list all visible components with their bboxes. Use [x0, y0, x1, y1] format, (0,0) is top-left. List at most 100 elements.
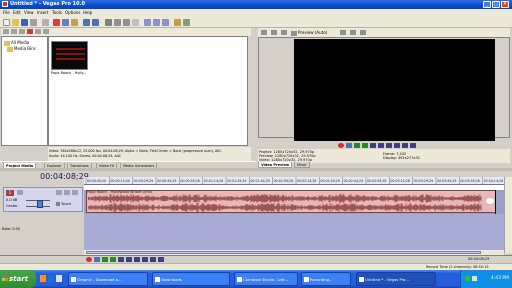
go-to-start-icon[interactable] [134, 257, 140, 262]
selection-tool-icon[interactable] [123, 19, 130, 26]
loop-icon[interactable] [346, 143, 352, 148]
play-icon[interactable] [110, 257, 116, 262]
remove-icon[interactable] [27, 29, 33, 34]
play-icon[interactable] [362, 143, 368, 148]
preview-quality-dropdown[interactable]: Preview (Auto) [291, 30, 327, 36]
previous-frame-icon[interactable] [402, 143, 408, 148]
new-icon[interactable] [3, 19, 10, 26]
menu-tools[interactable]: Tools [52, 11, 62, 15]
taskbar-clock: 4:43 PM [490, 276, 509, 281]
save-icon[interactable] [21, 19, 28, 26]
mute-icon[interactable] [56, 190, 62, 195]
title-bar: Untitled * - Vegas Pro 10.0 _ □ × [0, 0, 512, 9]
menu-insert[interactable]: Insert [37, 11, 48, 15]
copy-snapshot-icon[interactable] [350, 30, 356, 35]
zoom-tool-icon[interactable] [132, 19, 139, 26]
close-button[interactable]: × [501, 1, 509, 8]
time-ruler[interactable]: 00:00:00;00 00:00:15;00 00:00:29;29 00:00:4… [84, 177, 504, 185]
envelope-tool-icon[interactable] [114, 19, 121, 26]
auto-crossfade-icon[interactable] [153, 19, 160, 26]
pause-icon[interactable] [370, 143, 376, 148]
render-icon[interactable] [42, 19, 49, 26]
preview-transport [330, 142, 480, 149]
track-fx-icon[interactable] [72, 190, 78, 195]
cut-icon[interactable] [53, 19, 60, 26]
ignore-grouping-icon[interactable] [183, 19, 190, 26]
redo-icon[interactable] [92, 19, 99, 26]
scroll-thumb[interactable] [86, 251, 481, 254]
ruler-label: 00:01:29;29 [227, 179, 246, 183]
go-to-end-icon[interactable] [394, 143, 400, 148]
tree-item-media-bins[interactable]: Media Bins [7, 46, 36, 52]
stop-icon[interactable] [126, 257, 132, 262]
menu-file[interactable]: File [3, 11, 10, 15]
solo-icon[interactable] [64, 190, 70, 195]
quicklaunch-ie-icon[interactable] [48, 275, 54, 282]
copy-icon[interactable] [62, 19, 69, 26]
quicklaunch-desktop-icon[interactable] [56, 275, 62, 282]
split-screen-icon[interactable] [281, 30, 287, 35]
maximize-button[interactable]: □ [492, 1, 500, 8]
properties-icon[interactable] [30, 19, 37, 26]
audio-track-header[interactable]: 1 0.0 dB Center Touch [3, 187, 83, 212]
app-icon [71, 277, 76, 282]
record-icon[interactable] [86, 257, 92, 262]
menu-edit[interactable]: Edit [13, 11, 21, 15]
get-media-icon[interactable] [19, 29, 25, 34]
quicklaunch-firefox-icon[interactable] [40, 275, 46, 282]
paste-icon[interactable] [71, 19, 78, 26]
taskbar-item-camtasia[interactable]: Camtasia Studio - Unt... [234, 272, 298, 286]
event-fx-icon[interactable] [486, 198, 494, 204]
ruler-label: 00:03:14;28 [390, 179, 409, 183]
audio-waveform [88, 194, 482, 212]
record-icon[interactable] [338, 143, 344, 148]
open-icon[interactable] [12, 19, 19, 26]
ruler-label: 00:02:14;28 [297, 179, 316, 183]
media-thumbnail[interactable] [51, 41, 88, 70]
ruler-label: 00:01:59;28 [274, 179, 293, 183]
left-dock-tabs: Project Media Explorer Transitions Video… [0, 161, 256, 169]
menu-help[interactable]: Help [83, 11, 92, 15]
media-fx-icon[interactable] [35, 29, 41, 34]
taskbar-item-recording[interactable]: Recording... [301, 272, 351, 286]
go-to-end-icon[interactable] [142, 257, 148, 262]
end-timecode: 00:04:08;29 [468, 257, 490, 261]
views-icon[interactable] [43, 29, 49, 34]
import-media-icon[interactable] [3, 29, 9, 34]
thumb-text-line [56, 53, 85, 55]
lock-envelopes-icon[interactable] [174, 19, 181, 26]
snapping-icon[interactable] [144, 19, 151, 26]
tray-icon[interactable] [472, 276, 477, 281]
start-button[interactable]: start [0, 270, 36, 288]
tree-item-all-media[interactable]: All Media [4, 40, 29, 46]
timeline-vertical-scrollbar[interactable] [504, 177, 512, 253]
ripple-edit-icon[interactable] [162, 19, 169, 26]
taskbar-item-graphic-download[interactable]: Graphic - Download a... [68, 272, 148, 286]
fx-icon[interactable] [271, 30, 277, 35]
play-from-start-icon[interactable] [102, 257, 108, 262]
taskbar-item-downloads[interactable]: Downloads [152, 272, 230, 286]
undo-icon[interactable] [83, 19, 90, 26]
automation-mode[interactable]: Touch [56, 202, 71, 206]
play-from-start-icon[interactable] [354, 143, 360, 148]
capture-icon[interactable] [11, 29, 17, 34]
taskbar-item-vegas[interactable]: Untitled * - Vegas Pro... [356, 272, 436, 286]
menu-options[interactable]: Options [65, 11, 80, 15]
pause-icon[interactable] [118, 257, 124, 262]
properties-icon[interactable] [261, 30, 267, 35]
thumb-text-line [56, 48, 85, 50]
next-frame-icon[interactable] [158, 257, 164, 262]
save-snapshot-icon[interactable] [360, 30, 366, 35]
normal-edit-tool-icon[interactable] [105, 19, 112, 26]
tray-icon[interactable] [465, 276, 470, 281]
timeline-empty-area[interactable] [84, 214, 504, 250]
loop-icon[interactable] [94, 257, 100, 262]
next-frame-icon[interactable] [410, 143, 416, 148]
minimize-button[interactable]: _ [483, 1, 491, 8]
app-icon [359, 277, 364, 282]
go-to-start-icon[interactable] [386, 143, 392, 148]
stop-icon[interactable] [378, 143, 384, 148]
previous-frame-icon[interactable] [150, 257, 156, 262]
menu-view[interactable]: View [24, 11, 34, 15]
overlays-icon[interactable] [340, 30, 346, 35]
